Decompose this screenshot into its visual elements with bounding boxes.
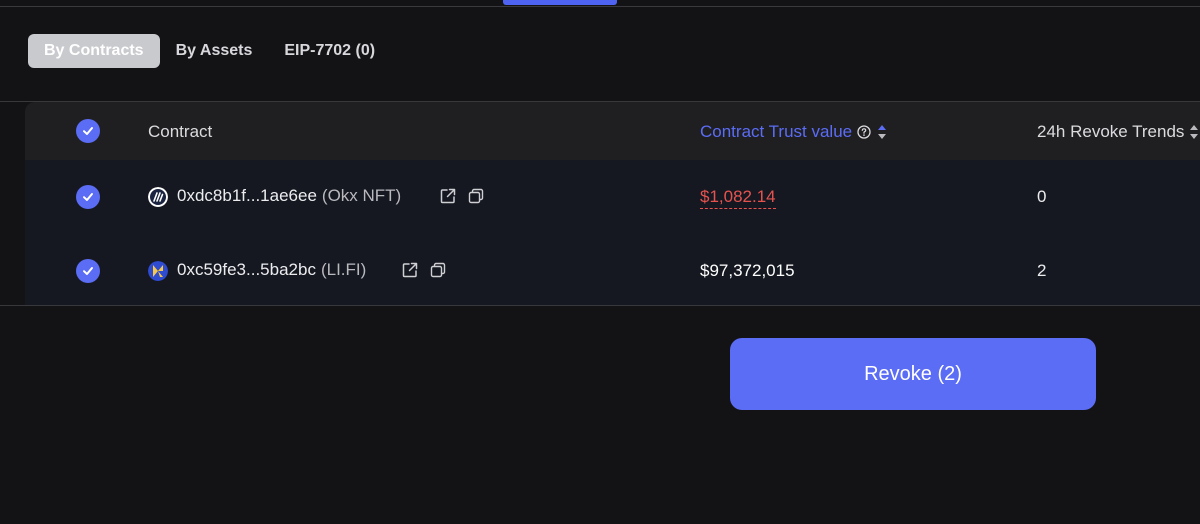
trust-value-label: Contract Trust value	[700, 122, 853, 141]
table-row[interactable]: 0xdc8b1f...1ae6ee (Okx NFT) $1,082.14 0	[25, 160, 1200, 233]
tab-eip-7702[interactable]: EIP-7702 (0)	[268, 34, 391, 68]
view-tabs: By Contracts By Assets EIP-7702 (0)	[28, 34, 391, 68]
column-header-contract[interactable]: Contract	[148, 122, 212, 142]
trust-value[interactable]: $1,082.14	[700, 187, 776, 209]
approvals-table: Contract Contract Trust value 24h Revoke…	[0, 101, 1200, 306]
active-page-indicator	[503, 0, 617, 5]
revoke-button[interactable]: Revoke (2)	[730, 338, 1096, 410]
sort-icon[interactable]	[1188, 123, 1200, 141]
lifi-logo-icon	[148, 261, 168, 281]
row-checkbox[interactable]	[76, 259, 100, 283]
contract-tag: (LI.FI)	[320, 260, 367, 279]
tab-by-contracts[interactable]: By Contracts	[28, 34, 160, 68]
copy-icon[interactable]	[467, 187, 485, 205]
check-icon	[83, 267, 93, 275]
help-circle-icon[interactable]	[857, 125, 871, 139]
column-header-revoke-trends[interactable]: 24h Revoke Trends	[1037, 122, 1200, 142]
table-row[interactable]: 0xc59fe3...5ba2bc (LI.FI) $97,372,015 2	[25, 233, 1200, 305]
revoke-trend-value: 0	[1037, 187, 1047, 206]
check-icon	[83, 127, 93, 135]
external-link-icon[interactable]	[439, 187, 457, 205]
external-link-icon[interactable]	[401, 261, 419, 279]
revoke-trends-label: 24h Revoke Trends	[1037, 122, 1185, 141]
check-icon	[83, 193, 93, 201]
table-header: Contract Contract Trust value 24h Revoke…	[25, 102, 1200, 160]
contract-address[interactable]: 0xc59fe3...5ba2bc	[177, 260, 316, 280]
contract-address[interactable]: 0xdc8b1f...1ae6ee	[177, 186, 317, 206]
tab-by-assets[interactable]: By Assets	[160, 34, 269, 68]
column-header-trust-value[interactable]: Contract Trust value	[700, 122, 888, 142]
sort-icon[interactable]	[876, 123, 888, 141]
select-all-checkbox[interactable]	[76, 119, 100, 143]
okx-nft-logo-icon	[148, 187, 168, 207]
contract-tag: (Okx NFT)	[321, 186, 402, 205]
revoke-trend-value: 2	[1037, 261, 1047, 280]
row-checkbox[interactable]	[76, 185, 100, 209]
trust-value[interactable]: $97,372,015	[700, 261, 795, 281]
copy-icon[interactable]	[429, 261, 447, 279]
